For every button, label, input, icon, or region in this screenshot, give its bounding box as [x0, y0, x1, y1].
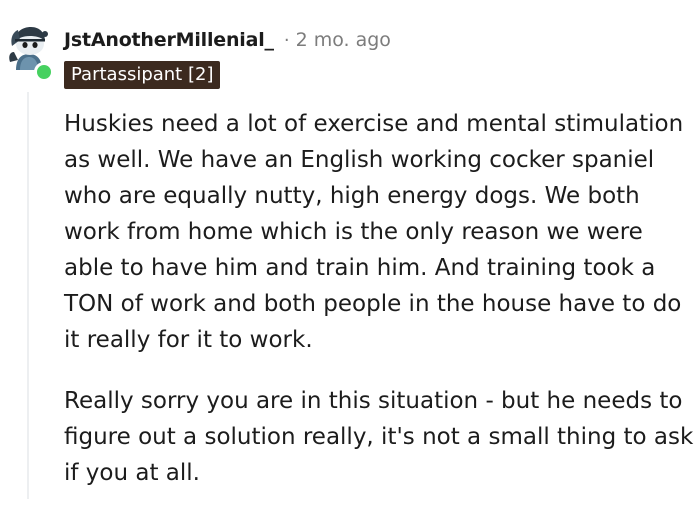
- comment: JstAnotherMillenial_ · 2 mo. ago Partass…: [0, 0, 700, 499]
- username-link[interactable]: JstAnotherMillenial_: [64, 29, 274, 51]
- online-status-indicator: [34, 62, 54, 82]
- comment-paragraph: Really sorry you are in this situation -…: [64, 388, 694, 486]
- comment-header: JstAnotherMillenial_ · 2 mo. ago: [64, 26, 391, 54]
- separator-dot: ·: [283, 29, 290, 51]
- comment-paragraph: Huskies need a lot of exercise and menta…: [64, 111, 684, 353]
- comment-body: Huskies need a lot of exercise and menta…: [64, 106, 694, 516]
- user-flair: Partassipant [2]: [64, 61, 221, 89]
- comment-timestamp[interactable]: 2 mo. ago: [296, 29, 391, 51]
- thread-line[interactable]: [27, 92, 29, 499]
